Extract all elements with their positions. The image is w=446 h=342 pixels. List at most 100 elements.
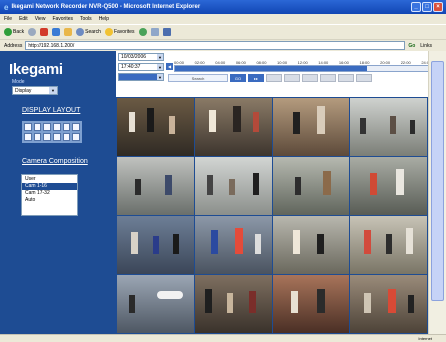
- refresh-icon[interactable]: [52, 28, 61, 36]
- list-item[interactable]: User: [22, 176, 77, 183]
- favorites-button[interactable]: Favorites: [104, 28, 135, 36]
- person-figure: [204, 289, 212, 313]
- forward-arrow-icon[interactable]: [28, 28, 37, 36]
- camera-view-4[interactable]: [350, 98, 427, 156]
- person-figure: [294, 177, 301, 195]
- camera-view-5[interactable]: [117, 157, 194, 215]
- layout-4-icon[interactable]: [33, 123, 42, 131]
- date-select[interactable]: 10/03/2006 ▼: [118, 53, 164, 61]
- person-figure: [173, 234, 179, 254]
- mode-label: Mode: [12, 79, 25, 85]
- minimize-button[interactable]: _: [411, 2, 421, 12]
- go-button[interactable]: Go: [408, 43, 415, 49]
- search-row: Search GO ▸▸: [168, 74, 372, 82]
- camera-view-2[interactable]: [194, 98, 272, 156]
- camera-view-6[interactable]: [194, 157, 272, 215]
- timeline-progress: [175, 66, 367, 71]
- camera-grid: [116, 97, 428, 334]
- camera-view-1[interactable]: [117, 98, 194, 156]
- layout-8-icon[interactable]: [72, 123, 80, 131]
- layout-2-icon[interactable]: [43, 133, 51, 141]
- window-title: Ikegami Network Recorder NVR-Q500 - Micr…: [11, 4, 201, 10]
- camera-view-12[interactable]: [350, 216, 427, 274]
- person-figure: [408, 295, 415, 313]
- go-search-button[interactable]: GO: [230, 74, 246, 82]
- list-item[interactable]: Cam 17-32: [22, 190, 77, 197]
- camera-list[interactable]: User Cam 1-16 Cam 17-32 Auto: [21, 174, 78, 216]
- layout-13-icon[interactable]: [33, 133, 42, 141]
- person-figure: [396, 169, 405, 195]
- window-titlebar: e Ikegami Network Recorder NVR-Q500 - Mi…: [0, 0, 446, 14]
- layout-9-icon[interactable]: [43, 123, 51, 131]
- layout-6-icon[interactable]: [62, 123, 71, 131]
- zone-indicator: Internet: [418, 336, 432, 341]
- person-figure: [232, 106, 241, 132]
- step-button[interactable]: ▸▸: [248, 74, 264, 82]
- camera-view-13[interactable]: [117, 275, 194, 333]
- maximize-button[interactable]: □: [422, 2, 432, 12]
- camera-view-11[interactable]: [272, 216, 350, 274]
- scrollbar-thumb[interactable]: [431, 61, 444, 301]
- layout-16-icon[interactable]: [52, 123, 61, 131]
- stop-button[interactable]: [356, 74, 372, 82]
- history-icon[interactable]: [138, 28, 147, 36]
- display-layout-grid[interactable]: [22, 121, 82, 143]
- person-figure: [410, 120, 416, 134]
- play-button[interactable]: [320, 74, 336, 82]
- person-figure: [316, 106, 325, 134]
- channel-select[interactable]: ▼: [118, 73, 164, 81]
- mode-select[interactable]: Display ▼: [12, 86, 58, 95]
- window-controls: _ □ ×: [411, 2, 443, 12]
- person-figure: [390, 116, 397, 134]
- timeline-bar[interactable]: [174, 65, 442, 72]
- search-button[interactable]: Search: [76, 28, 101, 36]
- camera-view-7[interactable]: [272, 157, 350, 215]
- vertical-scrollbar[interactable]: [428, 51, 446, 334]
- camera-view-3[interactable]: [272, 98, 350, 156]
- list-item[interactable]: Auto: [22, 197, 77, 204]
- menu-tools[interactable]: Tools: [80, 16, 92, 22]
- person-figure: [248, 291, 256, 313]
- close-button[interactable]: ×: [433, 2, 443, 12]
- menu-help[interactable]: Help: [99, 16, 109, 22]
- stop-icon[interactable]: [40, 28, 49, 36]
- prev-button[interactable]: ◀: [166, 63, 173, 70]
- person-figure: [169, 116, 175, 134]
- person-figure: [406, 228, 414, 254]
- sidebar: Ikegami Mode Display ▼ DISPLAY LAYOUT Ca…: [0, 51, 116, 334]
- reverse-play-button[interactable]: [284, 74, 300, 82]
- time-select[interactable]: 17:40:37 ▼: [118, 63, 164, 71]
- forward-button[interactable]: [338, 74, 354, 82]
- camera-view-8[interactable]: [350, 157, 427, 215]
- chevron-down-icon: ▼: [157, 74, 163, 80]
- menu-file[interactable]: File: [4, 16, 12, 22]
- camera-view-9[interactable]: [117, 216, 194, 274]
- links-label[interactable]: Links: [420, 43, 432, 49]
- menu-edit[interactable]: Edit: [19, 16, 28, 22]
- menu-favorites[interactable]: Favorites: [52, 16, 73, 22]
- address-input[interactable]: http://192.168.1.200/: [25, 41, 406, 50]
- layout-10-icon[interactable]: [24, 133, 32, 141]
- camera-view-10[interactable]: [194, 216, 272, 274]
- layout-1-icon[interactable]: [24, 123, 32, 131]
- menu-view[interactable]: View: [35, 16, 46, 22]
- person-figure: [210, 230, 218, 254]
- camera-view-16[interactable]: [350, 275, 427, 333]
- rewind-button[interactable]: [266, 74, 282, 82]
- layout-5-icon[interactable]: [62, 133, 71, 141]
- search-field[interactable]: Search: [168, 74, 228, 82]
- person-figure: [234, 228, 243, 254]
- person-figure: [228, 179, 235, 195]
- camera-view-14[interactable]: [194, 275, 272, 333]
- chevron-down-icon: ▼: [157, 64, 163, 70]
- layout-3-icon[interactable]: [52, 133, 61, 141]
- layout-7-icon[interactable]: [72, 133, 80, 141]
- print-icon[interactable]: [162, 28, 171, 36]
- list-item[interactable]: Cam 1-16: [22, 183, 77, 190]
- mail-icon[interactable]: [150, 28, 159, 36]
- address-bar: Address http://192.168.1.200/ Go Links: [0, 39, 446, 51]
- pause-button[interactable]: [302, 74, 318, 82]
- home-icon[interactable]: [64, 28, 73, 36]
- camera-view-15[interactable]: [272, 275, 350, 333]
- back-button[interactable]: Back: [4, 28, 24, 36]
